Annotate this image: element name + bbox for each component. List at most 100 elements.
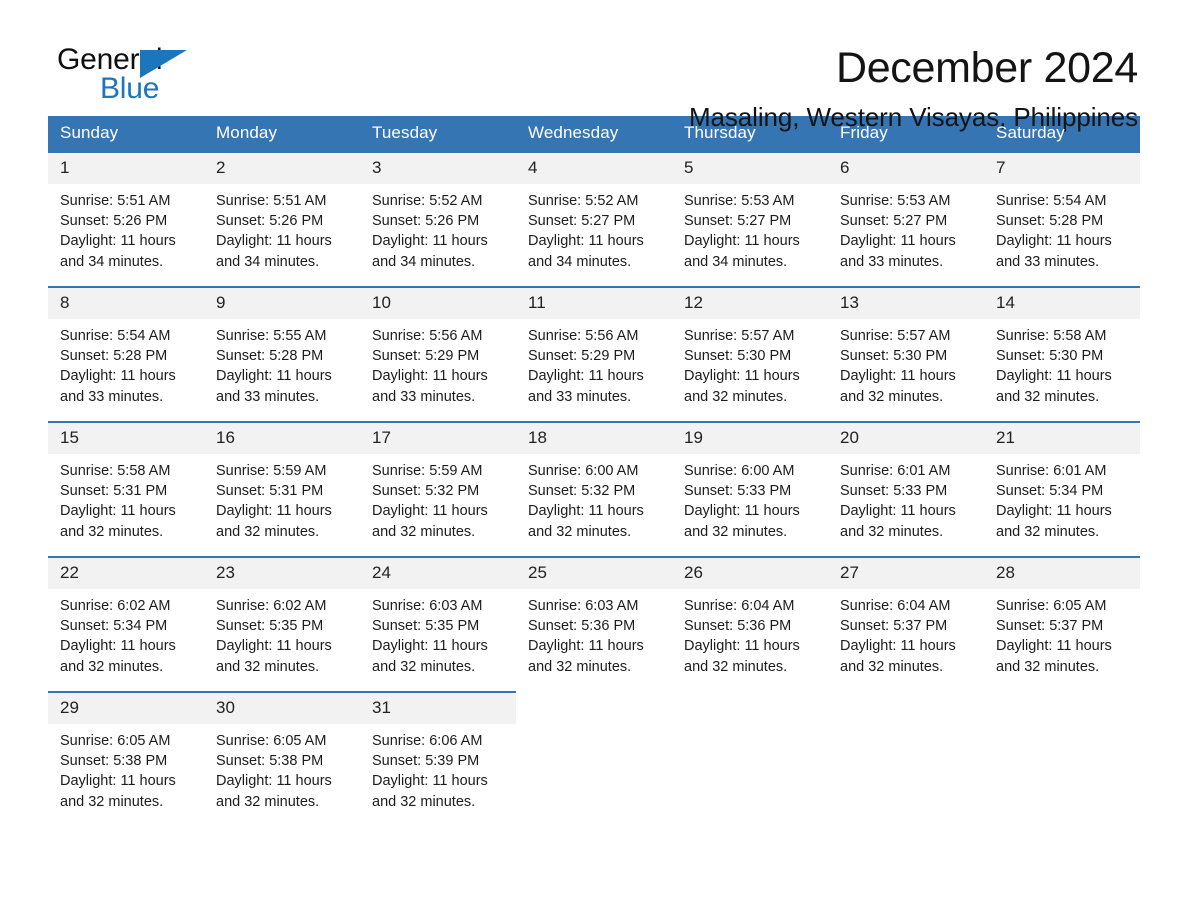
day-number: 13 [828,288,984,319]
day-number [984,693,1140,724]
sunset-text: Sunset: 5:30 PM [684,348,792,365]
calendar-day-cell-empty [672,691,828,827]
day-number: 1 [48,153,204,184]
weekday-header-wednesday: Wednesday [516,116,672,152]
calendar-day-cell[interactable]: 23 Sunrise: 6:02 AM Sunset: 5:35 PM Dayligh… [204,556,360,692]
calendar-page: General Blue December 2024 Masaling, Wes… [0,0,1188,918]
sunset-text: Sunset: 5:38 PM [216,753,324,770]
generalblue-logo[interactable]: General Blue [48,44,198,110]
daylight-text: Daylight: 11 hours and 32 minutes. [60,638,176,675]
calendar-day-cell[interactable]: 1 Sunrise: 5:51 AM Sunset: 5:26 PM Daylight… [48,151,204,287]
sunrise-text: Sunrise: 5:52 AM [528,193,639,209]
day-sun-info: Sunrise: 5:58 AM Sunset: 5:31 PM Daylight:… [48,454,204,542]
day-number: 4 [516,153,672,184]
sunrise-text: Sunrise: 5:58 AM [60,463,171,479]
day-number: 30 [204,693,360,724]
day-number: 5 [672,153,828,184]
calendar-day-cell[interactable]: 27 Sunrise: 6:04 AM Sunset: 5:37 PM Dayligh… [828,556,984,692]
calendar-day-cell[interactable]: 8 Sunrise: 5:54 AM Sunset: 5:28 PM Daylight… [48,286,204,422]
calendar-day-cell[interactable]: 19 Sunrise: 6:00 AM Sunset: 5:33 PM Dayligh… [672,421,828,557]
calendar-day-cell[interactable]: 6 Sunrise: 5:53 AM Sunset: 5:27 PM Daylight… [828,151,984,287]
calendar-day-cell[interactable]: 17 Sunrise: 5:59 AM Sunset: 5:32 PM Dayligh… [360,421,516,557]
day-sun-info: Sunrise: 5:52 AM Sunset: 5:27 PM Daylight:… [516,184,672,272]
calendar-day-cell[interactable]: 26 Sunrise: 6:04 AM Sunset: 5:36 PM Dayligh… [672,556,828,692]
sunrise-text: Sunrise: 5:51 AM [60,193,171,209]
calendar-day-cell[interactable]: 24 Sunrise: 6:03 AM Sunset: 5:35 PM Dayligh… [360,556,516,692]
day-number: 8 [48,288,204,319]
sunrise-text: Sunrise: 6:03 AM [372,598,483,614]
calendar-day-cell[interactable]: 31 Sunrise: 6:06 AM Sunset: 5:39 PM Dayligh… [360,691,516,827]
daylight-text: Daylight: 11 hours and 33 minutes. [528,368,644,405]
calendar-day-cell[interactable]: 25 Sunrise: 6:03 AM Sunset: 5:36 PM Dayligh… [516,556,672,692]
weekday-header-sunday: Sunday [48,116,204,152]
day-sun-info: Sunrise: 6:01 AM Sunset: 5:34 PM Daylight:… [984,454,1140,542]
day-sun-info: Sunrise: 6:00 AM Sunset: 5:32 PM Daylight:… [516,454,672,542]
sunset-text: Sunset: 5:37 PM [840,618,948,635]
day-sun-info: Sunrise: 6:04 AM Sunset: 5:37 PM Daylight:… [828,589,984,677]
sunrise-text: Sunrise: 6:02 AM [60,598,171,614]
calendar-week-row: 1 Sunrise: 5:51 AM Sunset: 5:26 PM Daylight… [48,151,1140,287]
day-sun-info: Sunrise: 5:51 AM Sunset: 5:26 PM Daylight:… [204,184,360,272]
calendar-day-cell[interactable]: 3 Sunrise: 5:52 AM Sunset: 5:26 PM Daylight… [360,151,516,287]
calendar-day-cell[interactable]: 28 Sunrise: 6:05 AM Sunset: 5:37 PM Dayligh… [984,556,1140,692]
calendar-day-cell[interactable]: 18 Sunrise: 6:00 AM Sunset: 5:32 PM Dayligh… [516,421,672,557]
calendar-day-cell[interactable]: 15 Sunrise: 5:58 AM Sunset: 5:31 PM Dayligh… [48,421,204,557]
day-number: 18 [516,423,672,454]
calendar-week-row: 22 Sunrise: 6:02 AM Sunset: 5:34 PM Dayligh… [48,556,1140,692]
day-number: 23 [204,558,360,589]
calendar-day-cell[interactable]: 21 Sunrise: 6:01 AM Sunset: 5:34 PM Dayligh… [984,421,1140,557]
day-number: 17 [360,423,516,454]
calendar-day-cell[interactable]: 5 Sunrise: 5:53 AM Sunset: 5:27 PM Daylight… [672,151,828,287]
calendar-day-cell[interactable]: 20 Sunrise: 6:01 AM Sunset: 5:33 PM Dayligh… [828,421,984,557]
calendar-day-cell[interactable]: 13 Sunrise: 5:57 AM Sunset: 5:30 PM Dayligh… [828,286,984,422]
sunset-text: Sunset: 5:33 PM [684,483,792,500]
day-number: 3 [360,153,516,184]
calendar-day-cell[interactable]: 16 Sunrise: 5:59 AM Sunset: 5:31 PM Dayligh… [204,421,360,557]
sunset-text: Sunset: 5:26 PM [216,213,324,230]
daylight-text: Daylight: 11 hours and 34 minutes. [60,233,176,270]
sunrise-text: Sunrise: 6:01 AM [840,463,951,479]
day-sun-info: Sunrise: 5:56 AM Sunset: 5:29 PM Daylight:… [360,319,516,407]
daylight-text: Daylight: 11 hours and 32 minutes. [372,638,488,675]
calendar-day-cell[interactable]: 7 Sunrise: 5:54 AM Sunset: 5:28 PM Daylight… [984,151,1140,287]
day-sun-info: Sunrise: 6:05 AM Sunset: 5:38 PM Daylight:… [204,724,360,812]
sunrise-text: Sunrise: 5:53 AM [840,193,951,209]
day-sun-info: Sunrise: 5:53 AM Sunset: 5:27 PM Daylight:… [672,184,828,272]
sunset-text: Sunset: 5:34 PM [996,483,1104,500]
day-sun-info: Sunrise: 5:54 AM Sunset: 5:28 PM Daylight:… [48,319,204,407]
sunset-text: Sunset: 5:38 PM [60,753,168,770]
sunrise-text: Sunrise: 5:52 AM [372,193,483,209]
calendar-day-cell[interactable]: 2 Sunrise: 5:51 AM Sunset: 5:26 PM Daylight… [204,151,360,287]
sunset-text: Sunset: 5:26 PM [372,213,480,230]
sunset-text: Sunset: 5:31 PM [216,483,324,500]
sunset-text: Sunset: 5:29 PM [528,348,636,365]
sunrise-text: Sunrise: 6:05 AM [216,733,327,749]
sunset-text: Sunset: 5:28 PM [996,213,1104,230]
sunset-text: Sunset: 5:30 PM [996,348,1104,365]
calendar-day-cell[interactable]: 12 Sunrise: 5:57 AM Sunset: 5:30 PM Dayligh… [672,286,828,422]
sunrise-text: Sunrise: 5:54 AM [996,193,1107,209]
calendar-day-cell[interactable]: 11 Sunrise: 5:56 AM Sunset: 5:29 PM Dayligh… [516,286,672,422]
day-sun-info: Sunrise: 5:55 AM Sunset: 5:28 PM Daylight:… [204,319,360,407]
sunrise-text: Sunrise: 5:53 AM [684,193,795,209]
sunset-text: Sunset: 5:37 PM [996,618,1104,635]
day-sun-info: Sunrise: 6:03 AM Sunset: 5:35 PM Daylight:… [360,589,516,677]
day-number: 19 [672,423,828,454]
day-number [516,693,672,724]
sunrise-text: Sunrise: 5:56 AM [528,328,639,344]
day-number: 31 [360,693,516,724]
sunset-text: Sunset: 5:27 PM [840,213,948,230]
calendar-day-cell[interactable]: 9 Sunrise: 5:55 AM Sunset: 5:28 PM Daylight… [204,286,360,422]
calendar-day-cell[interactable]: 4 Sunrise: 5:52 AM Sunset: 5:27 PM Daylight… [516,151,672,287]
sunset-text: Sunset: 5:29 PM [372,348,480,365]
calendar-day-cell[interactable]: 22 Sunrise: 6:02 AM Sunset: 5:34 PM Dayligh… [48,556,204,692]
sunset-text: Sunset: 5:31 PM [60,483,168,500]
day-number: 6 [828,153,984,184]
calendar-week-row: 15 Sunrise: 5:58 AM Sunset: 5:31 PM Dayligh… [48,421,1140,557]
calendar-day-cell[interactable]: 10 Sunrise: 5:56 AM Sunset: 5:29 PM Dayligh… [360,286,516,422]
calendar-day-cell[interactable]: 14 Sunrise: 5:58 AM Sunset: 5:30 PM Dayligh… [984,286,1140,422]
day-number: 12 [672,288,828,319]
calendar-day-cell[interactable]: 29 Sunrise: 6:05 AM Sunset: 5:38 PM Dayligh… [48,691,204,827]
calendar-day-cell[interactable]: 30 Sunrise: 6:05 AM Sunset: 5:38 PM Dayligh… [204,691,360,827]
sunrise-text: Sunrise: 6:04 AM [684,598,795,614]
